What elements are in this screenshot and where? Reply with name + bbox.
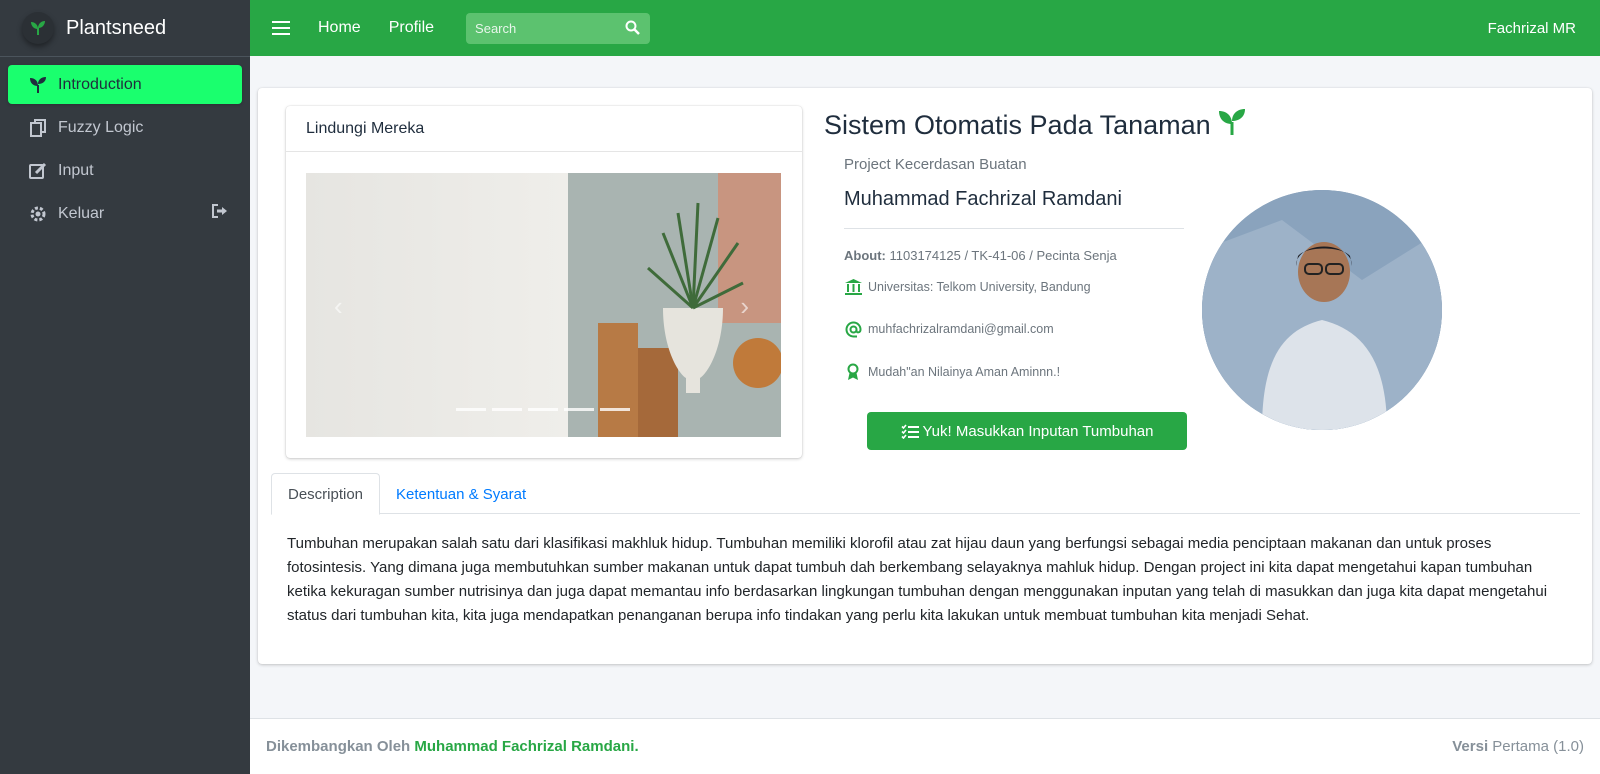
carousel-next-icon[interactable]: › [740, 291, 749, 322]
brand-logo-icon [22, 12, 54, 44]
sidebar-item-fuzzy-logic[interactable]: Fuzzy Logic [8, 108, 242, 147]
search-placeholder: Search [475, 20, 517, 36]
brand-link[interactable]: Plantsneed [0, 0, 250, 57]
brand-name: Plantsneed [66, 16, 167, 39]
carousel-card-title: Lindungi Mereka [286, 106, 802, 152]
award-icon [844, 363, 862, 381]
copy-icon [28, 118, 48, 138]
university-text: Universitas: Telkom University, Bandung [868, 280, 1091, 294]
description-text: Tumbuhan merupakan salah satu dari klasi… [287, 535, 1548, 624]
sidebar-item-keluar[interactable]: Keluar [8, 194, 242, 233]
carousel-indicator[interactable] [564, 408, 594, 411]
carousel-indicator[interactable] [600, 408, 630, 411]
sidebar: Plantsneed Introduction Fuzzy Logic Inpu… [0, 0, 250, 774]
sidebar-item-label: Introduction [58, 75, 142, 93]
divider [844, 228, 1184, 229]
footer-prefix: Dikembangkan Oleh [266, 738, 411, 755]
input-plant-button[interactable]: Yuk! Masukkan Inputan Tumbuhan [867, 412, 1187, 450]
user-name[interactable]: Fachrizal MR [1488, 20, 1576, 37]
motto-row: Mudah"an Nilainya Aman Aminnn.! [844, 363, 1060, 381]
sidebar-item-label: Keluar [58, 204, 105, 222]
project-subtitle: Project Kecerdasan Buatan [844, 156, 1027, 173]
search-input[interactable]: Search [466, 12, 651, 44]
plant-photo [568, 173, 781, 437]
gear-icon [28, 204, 48, 224]
email-text: muhfachrizalramdani@gmail.com [868, 322, 1054, 336]
footer-version-value: Pertama (1.0) [1492, 738, 1584, 755]
footer-credit: Dikembangkan Oleh Muhammad Fachrizal Ram… [266, 738, 639, 755]
page-title-text: Sistem Otomatis Pada Tanaman [824, 110, 1211, 140]
author-name: Muhammad Fachrizal Ramdani [844, 188, 1122, 210]
edit-icon [28, 161, 48, 181]
carousel-card: Lindungi Mereka ‹ › [286, 106, 802, 458]
tab-description[interactable]: Description [271, 473, 381, 515]
image-carousel: ‹ › [306, 173, 781, 437]
nav-link-home[interactable]: Home [318, 19, 361, 37]
about-value: 1103174125 / TK-41-06 / Pecinta Senja [889, 248, 1117, 263]
sidebar-item-label: Input [58, 161, 94, 179]
carousel-indicator[interactable] [528, 408, 558, 411]
university-row: Universitas: Telkom University, Bandung [844, 278, 1091, 296]
tasks-icon [900, 423, 919, 439]
sign-out-icon [212, 204, 228, 223]
sidebar-item-introduction[interactable]: Introduction [8, 65, 242, 104]
top-navbar: Home Profile Search Fachrizal MR [250, 0, 1600, 56]
main-content-card: Lindungi Mereka ‹ › Sistem Otomatis Pada… [258, 88, 1592, 664]
carousel-indicator[interactable] [492, 408, 522, 411]
sidebar-item-input[interactable]: Input [8, 151, 242, 190]
footer-author-link[interactable]: Muhammad Fachrizal Ramdani. [414, 738, 638, 755]
carousel-slide-blank [306, 173, 568, 437]
carousel-indicator[interactable] [456, 408, 486, 411]
footer: Dikembangkan Oleh Muhammad Fachrizal Ram… [250, 718, 1600, 774]
footer-version-label: Versi [1452, 738, 1489, 755]
input-plant-button-label: Yuk! Masukkan Inputan Tumbuhan [922, 422, 1154, 440]
profile-photo [1202, 190, 1442, 430]
tab-terms[interactable]: Ketentuan & Syarat [380, 473, 542, 515]
about-label: About: [844, 248, 886, 263]
sidebar-nav: Introduction Fuzzy Logic Input Keluar [0, 57, 250, 245]
university-icon [844, 278, 862, 296]
carousel-indicators [456, 408, 636, 411]
footer-version: Versi Pertama (1.0) [1452, 738, 1584, 755]
page-title: Sistem Otomatis Pada Tanaman [824, 108, 1247, 143]
tab-bar: Description Ketentuan & Syarat [271, 473, 1580, 515]
search-icon[interactable] [625, 20, 640, 40]
carousel-prev-icon[interactable]: ‹ [334, 291, 343, 322]
nav-link-profile[interactable]: Profile [389, 19, 434, 37]
sidebar-item-label: Fuzzy Logic [58, 118, 144, 136]
seedling-icon [28, 75, 48, 95]
email-row: muhfachrizalramdani@gmail.com [844, 320, 1054, 338]
hamburger-menu-icon[interactable] [272, 19, 290, 37]
about-text: About: 1103174125 / TK-41-06 / Pecinta S… [844, 248, 1117, 263]
motto-text: Mudah"an Nilainya Aman Aminnn.! [868, 365, 1061, 379]
seedling-icon [1211, 108, 1247, 143]
at-icon [844, 320, 862, 338]
